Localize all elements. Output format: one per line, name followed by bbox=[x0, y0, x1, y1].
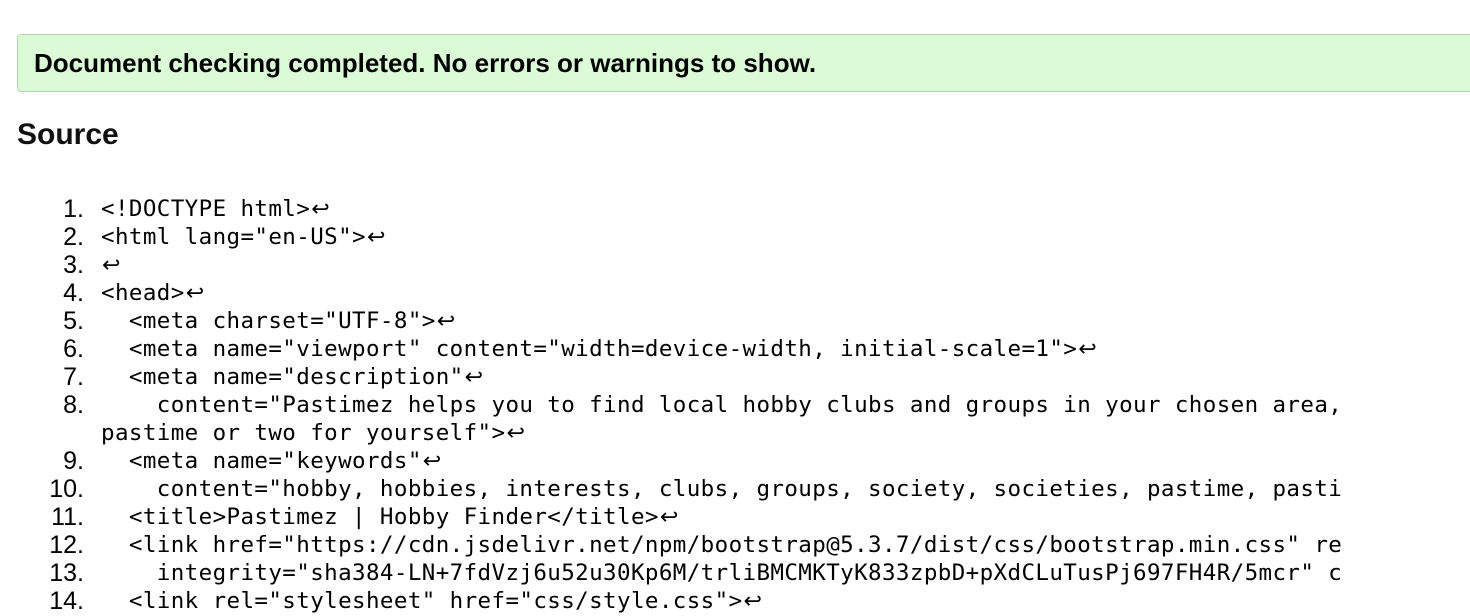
line-code-text: <link href="https://cdn.jsdelivr.net/npm… bbox=[101, 532, 1343, 558]
line-code: <title>Pastimez | Hobby Finder</title>↩ bbox=[101, 503, 679, 532]
line-code: integrity="sha384-LN+7fdVzj6u52u30Kp6M/t… bbox=[101, 559, 1342, 587]
line-code-text: <link rel="stylesheet" href="css/style.c… bbox=[101, 588, 743, 614]
line-number: 5. bbox=[63, 307, 84, 335]
line-code-continuation: pastime or two for yourself">↩ bbox=[101, 419, 1342, 448]
line-number: 12. bbox=[49, 531, 84, 559]
line-number: 10. bbox=[49, 475, 84, 503]
source-line: 13. integrity="sha384-LN+7fdVzj6u52u30Kp… bbox=[0, 559, 1470, 587]
line-code-text: <title>Pastimez | Hobby Finder</title> bbox=[101, 504, 659, 530]
line-number: 3. bbox=[63, 251, 84, 279]
line-code-text: <meta name="keywords" bbox=[101, 448, 422, 474]
source-line: 1. <!DOCTYPE html>↩ bbox=[0, 195, 1470, 223]
line-code-text: integrity="sha384-LN+7fdVzj6u52u30Kp6M/t… bbox=[101, 560, 1343, 586]
source-line: 12. <link href="https://cdn.jsdelivr.net… bbox=[0, 531, 1470, 559]
line-code-text: <meta name="description" bbox=[101, 364, 464, 390]
line-code: <!DOCTYPE html>↩ bbox=[101, 195, 330, 224]
source-line: 6. <meta name="viewport" content="width=… bbox=[0, 335, 1470, 363]
line-code-text: content="Pastimez helps you to find loca… bbox=[101, 392, 1343, 418]
validation-success-banner: Document checking completed. No errors o… bbox=[17, 34, 1470, 92]
line-number: 13. bbox=[49, 559, 84, 587]
return-arrow-icon: ↩ bbox=[366, 225, 386, 250]
line-code: <meta name="viewport" content="width=dev… bbox=[101, 335, 1097, 364]
source-line: 9. <meta name="keywords"↩ bbox=[0, 447, 1470, 475]
line-number: 8. bbox=[63, 391, 84, 419]
source-line: 4. <head>↩ bbox=[0, 279, 1470, 307]
return-arrow-icon: ↩ bbox=[436, 309, 456, 334]
line-code: content="Pastimez helps you to find loca… bbox=[101, 391, 1342, 448]
return-arrow-icon: ↩ bbox=[659, 505, 679, 530]
line-number: 11. bbox=[51, 503, 84, 531]
return-arrow-icon: ↩ bbox=[185, 281, 205, 306]
line-number: 9. bbox=[63, 447, 84, 475]
line-code: <link href="https://cdn.jsdelivr.net/npm… bbox=[101, 531, 1342, 559]
line-code: <html lang="en-US">↩ bbox=[101, 223, 386, 252]
line-code: <meta name="keywords"↩ bbox=[101, 447, 442, 476]
line-code-text: <head> bbox=[101, 280, 185, 306]
line-code-text: content="hobby, hobbies, interests, club… bbox=[101, 476, 1343, 502]
return-arrow-icon: ↩ bbox=[422, 449, 442, 474]
source-line: 14. <link rel="stylesheet" href="css/sty… bbox=[0, 587, 1470, 615]
source-line: 3. ↩ bbox=[0, 251, 1470, 279]
source-heading: Source bbox=[17, 118, 119, 151]
line-code: <meta charset="UTF-8">↩ bbox=[101, 307, 456, 336]
source-line: 7. <meta name="description"↩ bbox=[0, 363, 1470, 391]
return-arrow-icon: ↩ bbox=[311, 197, 331, 222]
line-code-text: pastime or two for yourself"> bbox=[101, 420, 506, 446]
line-number: 2. bbox=[63, 223, 84, 251]
return-arrow-icon: ↩ bbox=[506, 421, 526, 446]
source-line: 5. <meta charset="UTF-8">↩ bbox=[0, 307, 1470, 335]
source-line: 10. content="hobby, hobbies, interests, … bbox=[0, 475, 1470, 503]
line-code: <head>↩ bbox=[101, 279, 205, 308]
validation-result-message: Document checking completed. No errors o… bbox=[34, 47, 817, 78]
return-arrow-icon: ↩ bbox=[102, 253, 121, 278]
line-code: content="hobby, hobbies, interests, club… bbox=[101, 475, 1342, 503]
source-line: 2. <html lang="en-US">↩ bbox=[0, 223, 1470, 251]
line-number: 4. bbox=[63, 279, 84, 307]
line-code-text: <html lang="en-US"> bbox=[101, 224, 366, 250]
line-number: 1. bbox=[63, 195, 84, 223]
return-arrow-icon: ↩ bbox=[1078, 337, 1098, 362]
line-code: <link rel="stylesheet" href="css/style.c… bbox=[101, 587, 762, 616]
source-code-list: 1. <!DOCTYPE html>↩ 2. <html lang="en-US">↩… bbox=[0, 195, 1470, 615]
line-code-text: <meta charset="UTF-8"> bbox=[101, 308, 436, 334]
line-code-text: <meta name="viewport" content="width=dev… bbox=[101, 336, 1078, 362]
line-code-text: <!DOCTYPE html> bbox=[101, 196, 311, 222]
line-number: 6. bbox=[63, 335, 84, 363]
source-line: 11. <title>Pastimez | Hobby Finder</titl… bbox=[0, 503, 1470, 531]
line-number: 7. bbox=[63, 363, 84, 391]
return-arrow-icon: ↩ bbox=[464, 365, 484, 390]
line-code: ↩ bbox=[101, 251, 121, 280]
return-arrow-icon: ↩ bbox=[743, 589, 763, 614]
line-number: 14. bbox=[49, 587, 84, 615]
source-line: 8. content="Pastimez helps you to find l… bbox=[0, 391, 1470, 447]
line-code: <meta name="description"↩ bbox=[101, 363, 483, 392]
